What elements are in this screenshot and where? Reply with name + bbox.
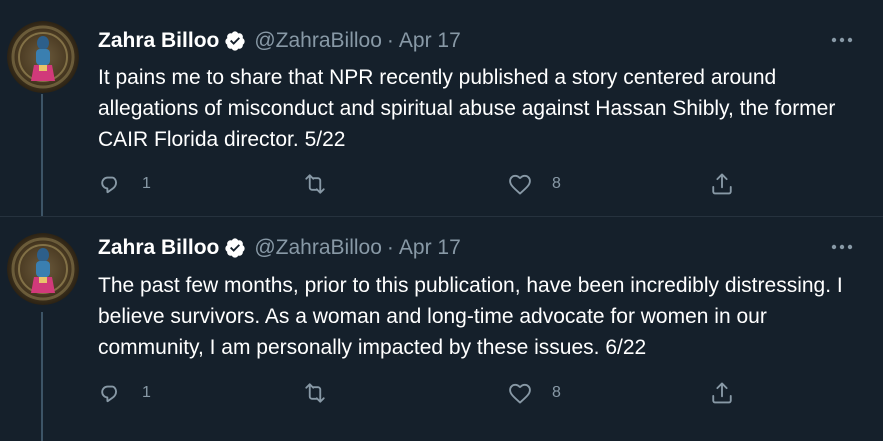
thread-connector — [41, 94, 43, 216]
user-handle[interactable]: @ZahraBilloo — [254, 29, 382, 53]
tweet-thread: Zahra Billoo @ZahraBilloo · Apr 17 It pa… — [0, 0, 883, 441]
share-button[interactable] — [708, 167, 736, 201]
separator-dot: · — [386, 236, 394, 259]
share-icon — [708, 379, 736, 407]
like-count: 8 — [552, 175, 561, 192]
tweet-header: Zahra Billoo @ZahraBilloo · Apr 17 — [98, 235, 461, 261]
reply-icon — [96, 170, 124, 198]
separator-dot: · — [386, 29, 394, 52]
avatar[interactable] — [7, 233, 79, 305]
tweet-actions: 1 8 — [96, 376, 756, 410]
retweet-icon — [301, 379, 329, 407]
share-icon — [708, 170, 736, 198]
more-icon[interactable] — [829, 237, 855, 257]
reply-button[interactable]: 1 — [96, 376, 151, 410]
display-name[interactable]: Zahra Billoo — [98, 29, 219, 53]
tweet-date[interactable]: Apr 17 — [399, 236, 461, 260]
thread-connector — [41, 312, 43, 441]
like-icon — [506, 170, 534, 198]
retweet-button[interactable] — [301, 167, 347, 201]
tweet-text: It pains me to share that NPR recently p… — [98, 66, 836, 151]
like-icon — [506, 379, 534, 407]
retweet-icon — [301, 170, 329, 198]
user-handle[interactable]: @ZahraBilloo — [254, 236, 382, 260]
reply-count: 1 — [142, 384, 151, 401]
tweet-header: Zahra Billoo @ZahraBilloo · Apr 17 — [98, 28, 461, 54]
retweet-button[interactable] — [301, 376, 347, 410]
avatar[interactable] — [7, 21, 79, 93]
tweet-text: The past few months, prior to this publi… — [98, 274, 843, 359]
display-name[interactable]: Zahra Billoo — [98, 236, 219, 260]
reply-icon — [96, 379, 124, 407]
reply-count: 1 — [142, 175, 151, 192]
share-button[interactable] — [708, 376, 736, 410]
tweet-divider — [0, 216, 883, 217]
tweet-date[interactable]: Apr 17 — [399, 29, 461, 53]
like-button[interactable]: 8 — [506, 167, 561, 201]
verified-badge-icon — [224, 237, 246, 259]
like-count: 8 — [552, 384, 561, 401]
like-button[interactable]: 8 — [506, 376, 561, 410]
more-icon[interactable] — [829, 30, 855, 50]
verified-badge-icon — [224, 30, 246, 52]
reply-button[interactable]: 1 — [96, 167, 151, 201]
tweet[interactable]: Zahra Billoo @ZahraBilloo · Apr 17 The p… — [0, 218, 883, 441]
tweet[interactable]: Zahra Billoo @ZahraBilloo · Apr 17 It pa… — [0, 0, 883, 215]
tweet-actions: 1 8 — [96, 167, 756, 201]
